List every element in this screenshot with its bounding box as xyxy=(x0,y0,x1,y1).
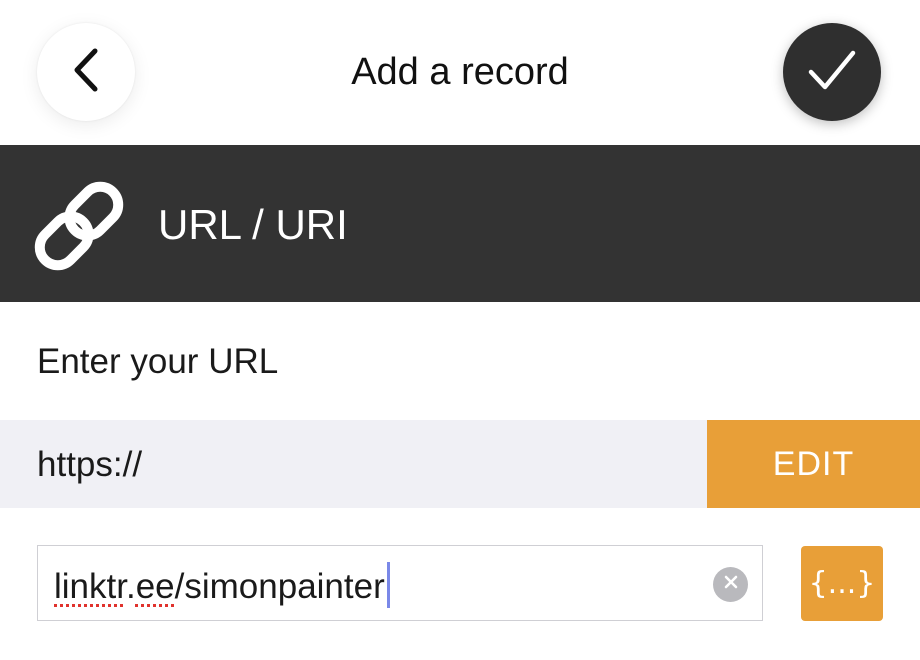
url-prompt-label: Enter your URL xyxy=(37,342,279,381)
checkmark-icon xyxy=(807,48,857,97)
clear-icon xyxy=(723,574,739,595)
link-icon xyxy=(28,175,130,277)
header: Add a record xyxy=(0,0,920,145)
record-type-label: URL / URI xyxy=(158,201,348,248)
url-input[interactable]: linktr.ee/simonpainter xyxy=(37,545,763,621)
confirm-button[interactable] xyxy=(783,23,881,121)
url-text-misspelled-part: ee xyxy=(135,567,175,606)
scheme-row: https:// EDIT xyxy=(0,420,920,508)
clear-input-button[interactable] xyxy=(713,567,748,602)
text-caret xyxy=(386,562,390,608)
url-text-misspelled-part: linktr xyxy=(54,567,126,606)
scheme-value: https:// xyxy=(37,445,143,484)
page-title: Add a record xyxy=(351,51,569,93)
record-type-banner: URL / URI xyxy=(0,145,920,302)
url-text-rest: /simonpainter xyxy=(174,567,385,606)
url-text-dot: . xyxy=(125,567,136,606)
url-input-value[interactable]: linktr.ee/simonpainter xyxy=(54,562,390,609)
edit-scheme-button[interactable]: EDIT xyxy=(707,420,920,508)
insert-variable-button[interactable]: {...} xyxy=(801,546,883,621)
add-record-screen: Add a record URL / URI Enter your URL ht… xyxy=(0,0,920,660)
